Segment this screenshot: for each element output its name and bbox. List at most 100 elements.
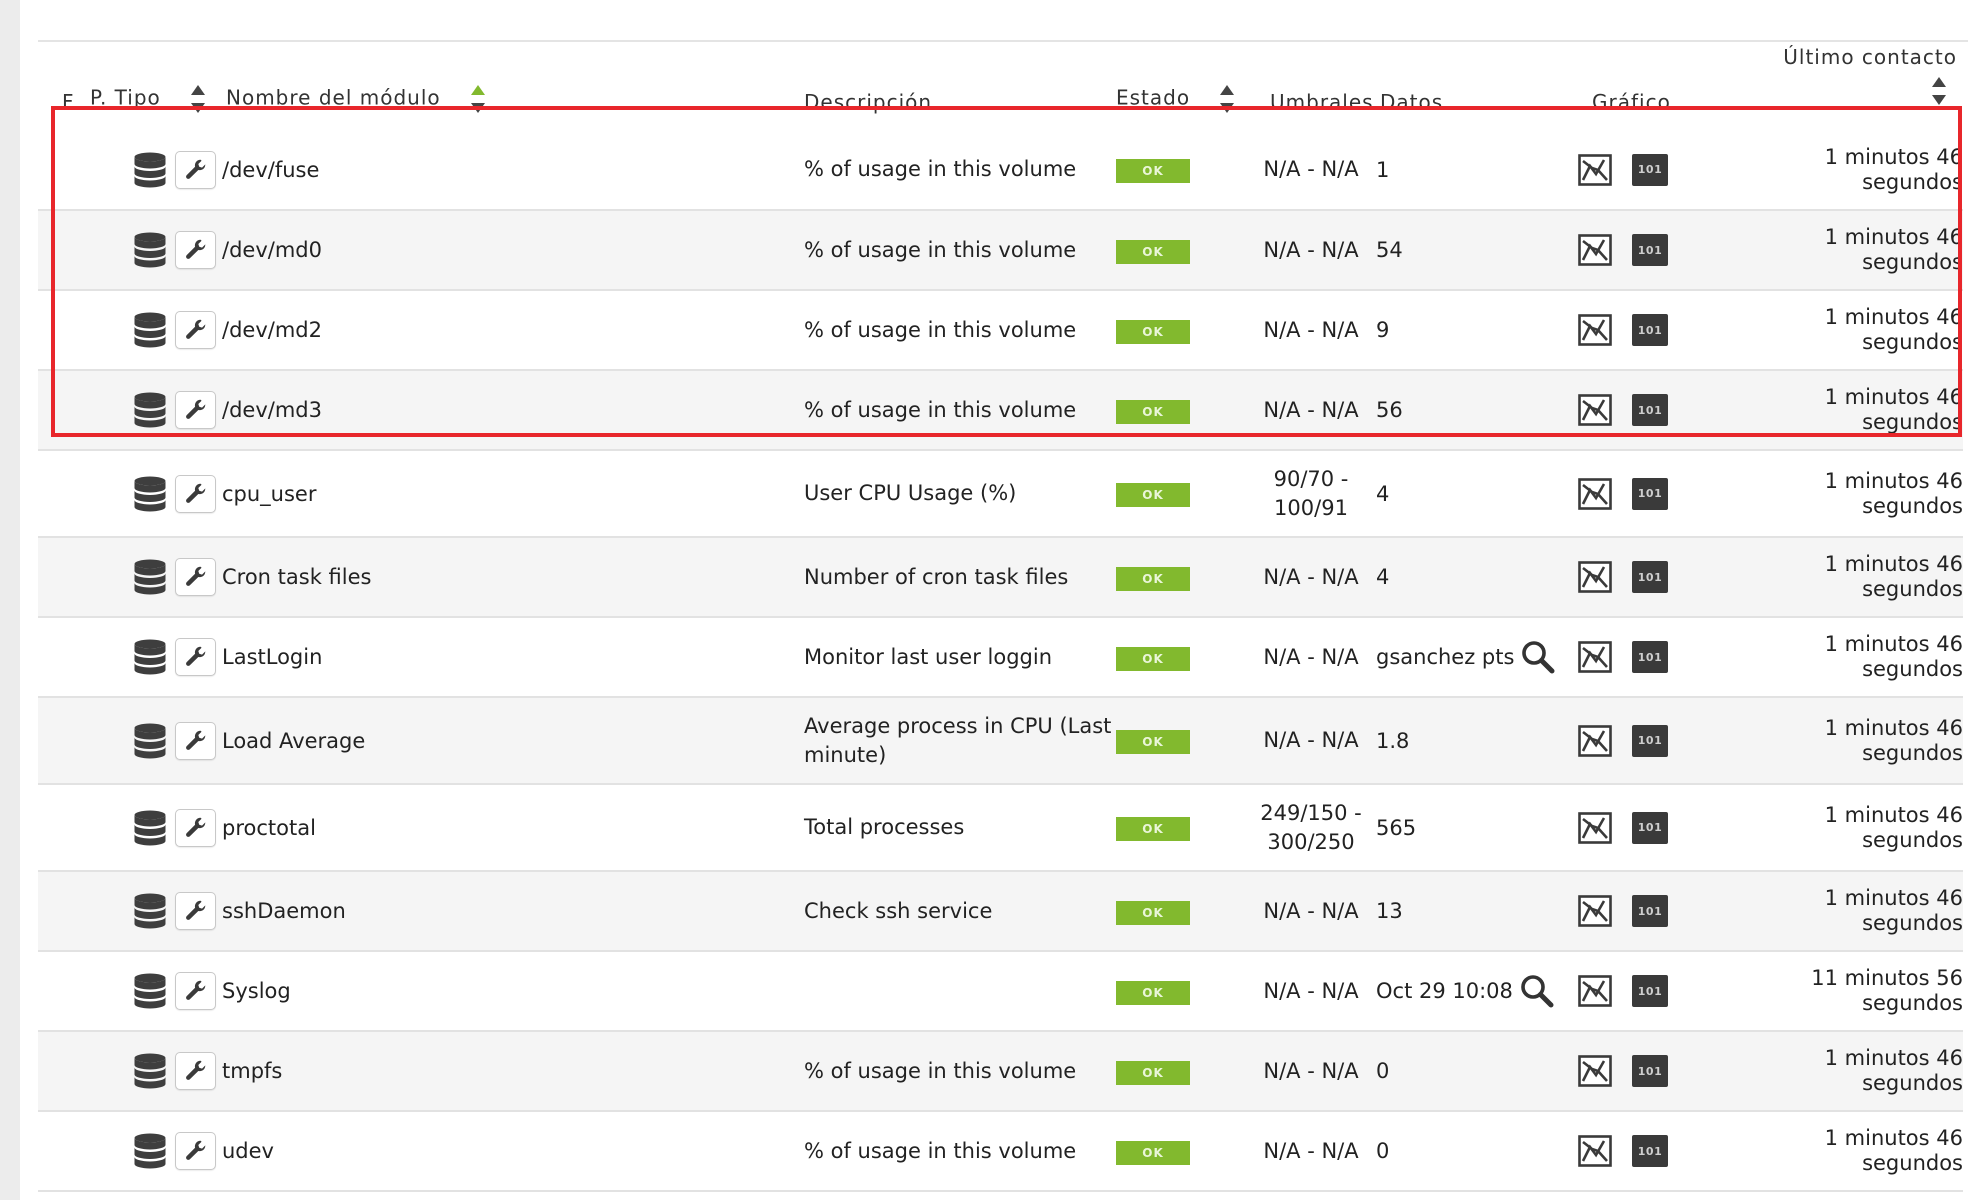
module-graph-icon[interactable] xyxy=(1578,975,1612,1007)
module-graph-icon[interactable] xyxy=(1578,234,1612,266)
module-name[interactable]: /dev/md2 xyxy=(222,290,804,371)
status-cell: OK xyxy=(1116,450,1246,538)
module-name[interactable]: Load Average xyxy=(222,697,804,785)
module-name[interactable]: Syslog xyxy=(222,951,804,1032)
wrench-icon[interactable] xyxy=(175,972,216,1010)
module-graph-icon[interactable] xyxy=(1578,1135,1612,1167)
table-row[interactable]: tmpfs % of usage in this volume OK N/A -… xyxy=(38,1031,1963,1112)
col-header-flag: F. xyxy=(62,90,79,114)
status-ok-badge: OK xyxy=(1116,239,1190,264)
data-server-icon xyxy=(133,810,167,846)
wrench-icon[interactable] xyxy=(175,1132,216,1170)
table-row[interactable]: /dev/fuse % of usage in this volume OK N… xyxy=(38,130,1963,211)
wrench-icon[interactable] xyxy=(175,311,216,349)
module-graph-icon[interactable] xyxy=(1578,812,1612,844)
raw-data-icon[interactable]: 101 xyxy=(1632,1135,1668,1167)
data-value-text: Oct 29 10:08 xyxy=(1376,979,1513,1003)
magnifier-icon[interactable] xyxy=(1519,973,1555,1009)
graph-cell: 101 xyxy=(1576,1111,1746,1192)
module-name[interactable]: /dev/fuse xyxy=(222,130,804,211)
module-description: % of usage in this volume xyxy=(804,130,1116,211)
data-server-icon xyxy=(133,1133,167,1169)
table-row[interactable]: /dev/md2 % of usage in this volume OK N/… xyxy=(38,290,1963,371)
raw-data-icon[interactable]: 101 xyxy=(1632,234,1668,266)
module-name[interactable]: /dev/md3 xyxy=(222,370,804,451)
table-row[interactable]: cpu_user User CPU Usage (%) OK 90/70 - 1… xyxy=(38,450,1963,538)
wrench-icon[interactable] xyxy=(175,638,216,676)
raw-data-icon[interactable]: 101 xyxy=(1632,314,1668,346)
raw-data-icon[interactable]: 101 xyxy=(1632,153,1668,186)
data-server-icon xyxy=(133,893,167,929)
raw-data-icon[interactable]: 101 xyxy=(1632,975,1668,1007)
module-graph-icon[interactable] xyxy=(1578,394,1612,426)
table-row[interactable]: /dev/md3 % of usage in this volume OK N/… xyxy=(38,370,1963,451)
module-graph-icon[interactable] xyxy=(1578,1055,1612,1087)
module-name[interactable]: cpu_user xyxy=(222,450,804,538)
data-server-icon xyxy=(133,232,167,268)
sort-estado-icon[interactable] xyxy=(1219,84,1235,114)
thresholds: N/A - N/A xyxy=(1246,210,1376,291)
raw-data-icon[interactable]: 101 xyxy=(1632,477,1668,510)
graph-cell: 101 xyxy=(1576,370,1746,451)
col-header-descripcion: Descripción xyxy=(804,90,933,114)
wrench-icon[interactable] xyxy=(175,808,216,847)
table-row[interactable]: Load Average Average process in CPU (Las… xyxy=(38,697,1963,785)
wrench-icon[interactable] xyxy=(175,892,216,930)
wrench-icon[interactable] xyxy=(175,231,216,269)
sort-ultimo-icon[interactable] xyxy=(1931,76,1947,114)
sort-nombre-icon[interactable] xyxy=(470,84,486,114)
wrench-icon[interactable] xyxy=(175,1052,216,1090)
module-graph-icon[interactable] xyxy=(1578,725,1612,757)
raw-data-icon[interactable]: 101 xyxy=(1632,641,1668,673)
table-row[interactable]: Syslog OK N/A - N/A Oct 29 10:08 101 11 … xyxy=(38,951,1963,1032)
raw-data-icon[interactable]: 101 xyxy=(1632,561,1668,593)
raw-data-icon[interactable]: 101 xyxy=(1632,811,1668,844)
data-server-icon xyxy=(133,392,167,428)
module-graph-icon[interactable] xyxy=(1578,154,1612,186)
table-row[interactable]: LastLogin Monitor last user loggin OK N/… xyxy=(38,617,1963,698)
graph-cell: 101 xyxy=(1576,450,1746,538)
wrench-icon[interactable] xyxy=(175,558,216,596)
module-graph-icon[interactable] xyxy=(1578,641,1612,673)
module-name[interactable]: /dev/md0 xyxy=(222,210,804,291)
module-name[interactable]: proctotal xyxy=(222,784,804,872)
table-row[interactable]: udev % of usage in this volume OK N/A - … xyxy=(38,1111,1963,1192)
table-row[interactable]: Cron task files Number of cron task file… xyxy=(38,537,1963,618)
last-contact: 1 minutos 46 segundos xyxy=(1746,784,1963,872)
raw-data-icon[interactable]: 101 xyxy=(1632,394,1668,426)
module-name[interactable]: tmpfs xyxy=(222,1031,804,1112)
table-row[interactable]: sshDaemon Check ssh service OK N/A - N/A… xyxy=(38,871,1963,952)
data-value-text: 4 xyxy=(1376,481,1390,506)
wrench-icon[interactable] xyxy=(175,150,216,189)
module-name[interactable]: Cron task files xyxy=(222,537,804,618)
module-name[interactable]: LastLogin xyxy=(222,617,804,698)
col-header-ultimo-contacto: Último contacto xyxy=(1746,42,1963,130)
raw-data-icon[interactable]: 101 xyxy=(1632,895,1668,927)
wrench-icon[interactable] xyxy=(175,391,216,429)
module-graph-icon[interactable] xyxy=(1578,314,1612,346)
type-cell xyxy=(90,210,222,291)
data-server-icon xyxy=(133,639,167,675)
module-name[interactable]: udev xyxy=(222,1111,804,1192)
module-graph-icon[interactable] xyxy=(1578,561,1612,593)
wrench-icon[interactable] xyxy=(175,474,216,513)
module-graph-icon[interactable] xyxy=(1578,478,1612,510)
sort-tipo-icon[interactable] xyxy=(190,84,206,114)
flag-cell xyxy=(38,130,90,211)
module-graph-icon[interactable] xyxy=(1578,895,1612,927)
thresholds: 249/150 - 300/250 xyxy=(1246,784,1376,872)
thresholds: N/A - N/A xyxy=(1246,617,1376,698)
last-contact-line2: segundos xyxy=(1862,1151,1963,1175)
table-row[interactable]: /dev/md0 % of usage in this volume OK N/… xyxy=(38,210,1963,291)
magnifier-icon[interactable] xyxy=(1520,639,1556,675)
type-cell xyxy=(90,290,222,371)
thresholds: N/A - N/A xyxy=(1246,370,1376,451)
graph-cell: 101 xyxy=(1576,290,1746,371)
raw-data-icon[interactable]: 101 xyxy=(1632,1055,1668,1087)
wrench-icon[interactable] xyxy=(175,721,216,760)
module-name[interactable]: sshDaemon xyxy=(222,871,804,952)
raw-data-icon[interactable]: 101 xyxy=(1632,724,1668,757)
data-value: 4 xyxy=(1376,450,1576,538)
col-header-umbrales: Umbrales xyxy=(1270,90,1374,114)
table-row[interactable]: proctotal Total processes OK 249/150 - 3… xyxy=(38,784,1963,872)
